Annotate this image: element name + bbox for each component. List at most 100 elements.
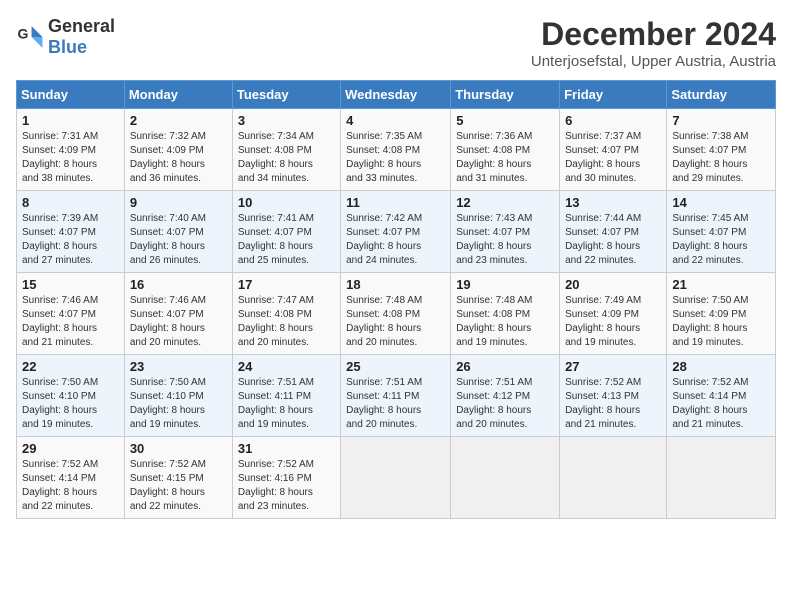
calendar-cell: 17Sunrise: 7:47 AMSunset: 4:08 PMDayligh… — [232, 273, 340, 355]
calendar-cell: 19 Sunrise: 7:48 AMSunset: 4:08 PMDayligh… — [451, 273, 560, 355]
column-header-monday: Monday — [124, 81, 232, 109]
calendar-cell: 14 Sunrise: 7:45 AMSunset: 4:07 PMDayligh… — [667, 191, 776, 273]
day-info: Sunrise: 7:39 AMSunset: 4:07 PMDaylight:… — [22, 212, 119, 268]
calendar-cell: 7 Sunrise: 7:38 AMSunset: 4:07 PMDaylight… — [667, 109, 776, 191]
day-info: Sunrise: 7:50 AMSunset: 4:10 PMDaylight:… — [22, 376, 119, 432]
day-number: 13 — [565, 195, 661, 210]
calendar-week-2: 8 Sunrise: 7:39 AMSunset: 4:07 PMDaylight… — [17, 191, 776, 273]
calendar-cell: 21 Sunrise: 7:50 AMSunset: 4:09 PMDayligh… — [667, 273, 776, 355]
day-info: Sunrise: 7:44 AMSunset: 4:07 PMDaylight:… — [565, 212, 661, 268]
column-header-wednesday: Wednesday — [341, 81, 451, 109]
day-info: Sunrise: 7:35 AMSunset: 4:08 PMDaylight:… — [346, 130, 445, 186]
day-number: 19 — [456, 277, 554, 292]
logo-general: General — [48, 16, 115, 36]
calendar-cell — [560, 437, 667, 519]
calendar-cell: 2 Sunrise: 7:32 AMSunset: 4:09 PMDaylight… — [124, 109, 232, 191]
day-number: 26 — [456, 359, 554, 374]
day-info: Sunrise: 7:40 AMSunset: 4:07 PMDaylight:… — [130, 212, 227, 268]
calendar-cell: 22Sunrise: 7:50 AMSunset: 4:10 PMDayligh… — [17, 355, 125, 437]
day-info: Sunrise: 7:52 AMSunset: 4:14 PMDaylight:… — [672, 376, 770, 432]
day-number: 27 — [565, 359, 661, 374]
calendar-week-1: 1 Sunrise: 7:31 AMSunset: 4:09 PMDaylight… — [17, 109, 776, 191]
day-number: 14 — [672, 195, 770, 210]
calendar-cell: 11 Sunrise: 7:42 AMSunset: 4:07 PMDayligh… — [341, 191, 451, 273]
day-info: Sunrise: 7:51 AMSunset: 4:12 PMDaylight:… — [456, 376, 554, 432]
day-info: Sunrise: 7:51 AMSunset: 4:11 PMDaylight:… — [346, 376, 445, 432]
day-number: 21 — [672, 277, 770, 292]
logo: G General Blue — [16, 16, 115, 58]
day-info: Sunrise: 7:31 AMSunset: 4:09 PMDaylight:… — [22, 130, 119, 186]
calendar-cell: 23 Sunrise: 7:50 AMSunset: 4:10 PMDayligh… — [124, 355, 232, 437]
title-area: December 2024 Unterjosefstal, Upper Aust… — [531, 16, 776, 70]
day-number: 2 — [130, 113, 227, 128]
calendar-cell: 16Sunrise: 7:46 AMSunset: 4:07 PMDayligh… — [124, 273, 232, 355]
day-number: 12 — [456, 195, 554, 210]
column-header-saturday: Saturday — [667, 81, 776, 109]
calendar-cell — [451, 437, 560, 519]
day-info: Sunrise: 7:32 AMSunset: 4:09 PMDaylight:… — [130, 130, 227, 186]
day-number: 10 — [238, 195, 335, 210]
calendar-cell: 25Sunrise: 7:51 AMSunset: 4:11 PMDayligh… — [341, 355, 451, 437]
calendar-cell — [667, 437, 776, 519]
calendar-cell: 5 Sunrise: 7:36 AMSunset: 4:08 PMDaylight… — [451, 109, 560, 191]
day-info: Sunrise: 7:48 AMSunset: 4:08 PMDaylight:… — [346, 294, 445, 350]
calendar-cell: 18 Sunrise: 7:48 AMSunset: 4:08 PMDayligh… — [341, 273, 451, 355]
day-info: Sunrise: 7:48 AMSunset: 4:08 PMDaylight:… — [456, 294, 554, 350]
calendar-week-3: 15Sunrise: 7:46 AMSunset: 4:07 PMDayligh… — [17, 273, 776, 355]
calendar-header-row: SundayMondayTuesdayWednesdayThursdayFrid… — [17, 81, 776, 109]
calendar-cell: 12 Sunrise: 7:43 AMSunset: 4:07 PMDayligh… — [451, 191, 560, 273]
day-info: Sunrise: 7:52 AMSunset: 4:14 PMDaylight:… — [22, 458, 119, 514]
calendar-table: SundayMondayTuesdayWednesdayThursdayFrid… — [16, 80, 776, 519]
day-number: 18 — [346, 277, 445, 292]
day-number: 24 — [238, 359, 335, 374]
day-number: 23 — [130, 359, 227, 374]
day-number: 11 — [346, 195, 445, 210]
column-header-thursday: Thursday — [451, 81, 560, 109]
calendar-cell: 6 Sunrise: 7:37 AMSunset: 4:07 PMDaylight… — [560, 109, 667, 191]
day-number: 6 — [565, 113, 661, 128]
day-info: Sunrise: 7:37 AMSunset: 4:07 PMDaylight:… — [565, 130, 661, 186]
day-info: Sunrise: 7:45 AMSunset: 4:07 PMDaylight:… — [672, 212, 770, 268]
day-info: Sunrise: 7:36 AMSunset: 4:08 PMDaylight:… — [456, 130, 554, 186]
day-number: 1 — [22, 113, 119, 128]
day-info: Sunrise: 7:34 AMSunset: 4:08 PMDaylight:… — [238, 130, 335, 186]
day-info: Sunrise: 7:46 AMSunset: 4:07 PMDaylight:… — [130, 294, 227, 350]
column-header-friday: Friday — [560, 81, 667, 109]
day-info: Sunrise: 7:38 AMSunset: 4:07 PMDaylight:… — [672, 130, 770, 186]
calendar-cell: 8 Sunrise: 7:39 AMSunset: 4:07 PMDaylight… — [17, 191, 125, 273]
day-number: 17 — [238, 277, 335, 292]
day-info: Sunrise: 7:50 AMSunset: 4:10 PMDaylight:… — [130, 376, 227, 432]
calendar-week-5: 29 Sunrise: 7:52 AMSunset: 4:14 PMDayligh… — [17, 437, 776, 519]
calendar-cell: 27Sunrise: 7:52 AMSunset: 4:13 PMDayligh… — [560, 355, 667, 437]
day-info: Sunrise: 7:41 AMSunset: 4:07 PMDaylight:… — [238, 212, 335, 268]
location-subtitle: Unterjosefstal, Upper Austria, Austria — [531, 53, 776, 70]
calendar-cell: 28 Sunrise: 7:52 AMSunset: 4:14 PMDayligh… — [667, 355, 776, 437]
day-info: Sunrise: 7:50 AMSunset: 4:09 PMDaylight:… — [672, 294, 770, 350]
calendar-cell: 30Sunrise: 7:52 AMSunset: 4:15 PMDayligh… — [124, 437, 232, 519]
day-number: 5 — [456, 113, 554, 128]
logo-blue: Blue — [48, 37, 87, 57]
calendar-cell: 13 Sunrise: 7:44 AMSunset: 4:07 PMDayligh… — [560, 191, 667, 273]
month-title: December 2024 — [531, 16, 776, 53]
calendar-cell: 9 Sunrise: 7:40 AMSunset: 4:07 PMDaylight… — [124, 191, 232, 273]
calendar-cell: 3 Sunrise: 7:34 AMSunset: 4:08 PMDaylight… — [232, 109, 340, 191]
day-number: 9 — [130, 195, 227, 210]
day-number: 28 — [672, 359, 770, 374]
day-info: Sunrise: 7:43 AMSunset: 4:07 PMDaylight:… — [456, 212, 554, 268]
calendar-cell: 1 Sunrise: 7:31 AMSunset: 4:09 PMDaylight… — [17, 109, 125, 191]
calendar-week-4: 22Sunrise: 7:50 AMSunset: 4:10 PMDayligh… — [17, 355, 776, 437]
day-number: 7 — [672, 113, 770, 128]
day-number: 20 — [565, 277, 661, 292]
day-number: 8 — [22, 195, 119, 210]
logo-icon: G — [16, 23, 44, 51]
day-info: Sunrise: 7:42 AMSunset: 4:07 PMDaylight:… — [346, 212, 445, 268]
calendar-cell: 31 Sunrise: 7:52 AMSunset: 4:16 PMDayligh… — [232, 437, 340, 519]
day-info: Sunrise: 7:51 AMSunset: 4:11 PMDaylight:… — [238, 376, 335, 432]
day-info: Sunrise: 7:52 AMSunset: 4:15 PMDaylight:… — [130, 458, 227, 514]
day-info: Sunrise: 7:46 AMSunset: 4:07 PMDaylight:… — [22, 294, 119, 350]
day-number: 31 — [238, 441, 335, 456]
column-header-tuesday: Tuesday — [232, 81, 340, 109]
day-info: Sunrise: 7:52 AMSunset: 4:16 PMDaylight:… — [238, 458, 335, 514]
day-number: 3 — [238, 113, 335, 128]
day-number: 29 — [22, 441, 119, 456]
